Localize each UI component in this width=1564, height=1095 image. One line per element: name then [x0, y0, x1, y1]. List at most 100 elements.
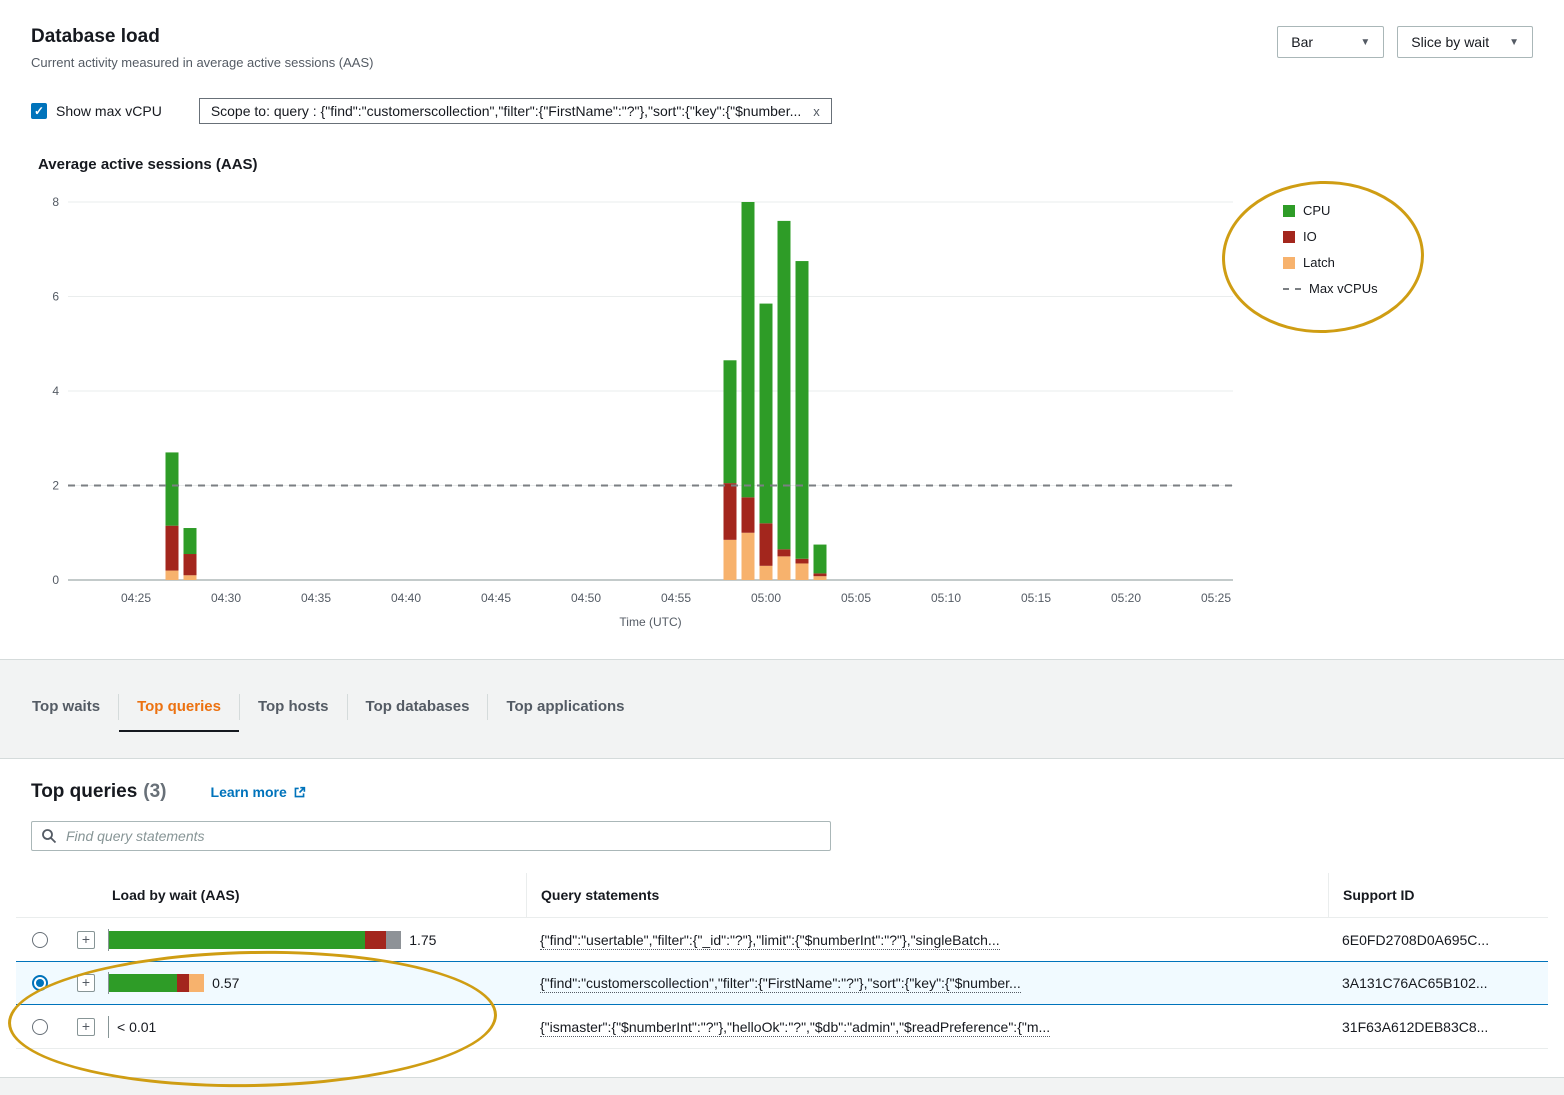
learn-more-link[interactable]: Learn more: [211, 784, 306, 800]
support-id: 3A131C76AC65B102...: [1328, 975, 1548, 991]
chart-bar-io[interactable]: [184, 554, 197, 575]
chart-bar-cpu[interactable]: [760, 304, 773, 524]
chart-bar-cpu[interactable]: [184, 528, 197, 554]
expand-row-icon[interactable]: +: [77, 1018, 95, 1036]
chart-bar-io[interactable]: [166, 526, 179, 571]
query-statement-link[interactable]: {"find":"usertable","filter":{"_id":"?"}…: [540, 932, 1000, 950]
page-subtitle: Current activity measured in average act…: [31, 55, 373, 70]
legend-item-io[interactable]: IO: [1283, 229, 1378, 244]
y-tick-label: 4: [52, 384, 59, 398]
chart-bar-io[interactable]: [796, 559, 809, 564]
chart-bar-io[interactable]: [742, 497, 755, 532]
chart-bar-latch[interactable]: [166, 571, 179, 580]
top-queries-panel: Top queries (3) Learn more Load by: [0, 758, 1564, 1078]
chart-bar-cpu[interactable]: [166, 452, 179, 525]
legend-label-max-vcpus: Max vCPUs: [1309, 281, 1378, 296]
load-by-wait-bar: [108, 972, 204, 994]
load-segment-latch: [189, 974, 204, 992]
slice-by-select[interactable]: Slice by wait ▼: [1397, 26, 1533, 58]
show-max-vcpu-checkbox[interactable]: ✓: [31, 103, 47, 119]
x-tick-label: 05:25: [1201, 591, 1231, 605]
column-header-query: Query statements: [526, 873, 1328, 917]
chart-type-select[interactable]: Bar ▼: [1277, 26, 1384, 58]
row-radio[interactable]: [32, 975, 48, 991]
chevron-down-icon: ▼: [1509, 37, 1519, 48]
chart-bar-latch[interactable]: [760, 566, 773, 580]
load-by-wait-bar: [108, 1016, 109, 1038]
x-tick-label: 04:35: [301, 591, 331, 605]
chart-bar-latch[interactable]: [742, 533, 755, 580]
legend-item-max-vcpus[interactable]: Max vCPUs: [1283, 281, 1378, 296]
slice-by-select-value: Slice by wait: [1411, 34, 1489, 50]
tab-top-waits[interactable]: Top waits: [14, 690, 118, 732]
queries-table-header: Load by wait (AAS) Query statements Supp…: [16, 873, 1548, 918]
chart-bar-cpu[interactable]: [814, 545, 827, 574]
panel-title: Top queries: [31, 781, 137, 803]
chart-bar-cpu[interactable]: [796, 261, 809, 559]
table-row[interactable]: + 0.57 {"find":"customerscollection","fi…: [16, 961, 1548, 1005]
latch-swatch-icon: [1283, 257, 1295, 269]
check-icon: ✓: [34, 105, 44, 117]
y-tick-label: 2: [52, 479, 59, 493]
legend-label-io: IO: [1303, 229, 1317, 244]
chart-bar-cpu[interactable]: [724, 360, 737, 483]
load-value: 1.75: [409, 932, 436, 948]
legend-item-latch[interactable]: Latch: [1283, 255, 1378, 270]
show-max-vcpu-label: Show max vCPU: [56, 103, 162, 119]
chart-bar-cpu[interactable]: [778, 221, 791, 549]
chart-bar-io[interactable]: [724, 483, 737, 540]
x-tick-label: 04:30: [211, 591, 241, 605]
chart-bar-latch[interactable]: [778, 556, 791, 580]
x-tick-label: 04:25: [121, 591, 151, 605]
scope-filter-tag-text: Scope to: query : {"find":"customerscoll…: [211, 103, 801, 119]
column-header-support-id: Support ID: [1328, 873, 1548, 917]
support-id: 6E0FD2708D0A695C...: [1328, 932, 1548, 948]
tab-top-hosts[interactable]: Top hosts: [240, 690, 347, 732]
x-tick-label: 04:55: [661, 591, 691, 605]
close-icon[interactable]: x: [813, 104, 820, 119]
table-row[interactable]: + < 0.01 {"ismaster":{"$numberInt":"?"},…: [16, 1005, 1548, 1049]
scope-filter-tag[interactable]: Scope to: query : {"find":"customerscoll…: [199, 98, 832, 124]
query-statement-link[interactable]: {"find":"customerscollection","filter":{…: [540, 975, 1021, 993]
load-value: 0.57: [212, 975, 239, 991]
aas-chart: 0246804:2504:3004:3504:4004:4504:5004:55…: [31, 187, 1533, 639]
chart-bar-latch[interactable]: [724, 540, 737, 580]
tab-top-queries[interactable]: Top queries: [119, 690, 239, 732]
search-icon: [41, 828, 57, 844]
load-segment-cpu: [109, 974, 177, 992]
load-segment-cpu: [109, 931, 365, 949]
external-link-icon: [293, 786, 306, 799]
chart-bar-io[interactable]: [778, 549, 791, 556]
chart-bar-io[interactable]: [814, 573, 827, 576]
chart-type-select-value: Bar: [1291, 34, 1313, 50]
chart-legend: CPU IO Latch Max vCPUs: [1283, 203, 1378, 639]
chart-bar-cpu[interactable]: [742, 202, 755, 497]
row-radio[interactable]: [32, 932, 48, 948]
tab-top-databases[interactable]: Top databases: [348, 690, 488, 732]
legend-item-cpu[interactable]: CPU: [1283, 203, 1378, 218]
load-value: < 0.01: [117, 1019, 156, 1035]
cpu-swatch-icon: [1283, 205, 1295, 217]
row-radio[interactable]: [32, 1019, 48, 1035]
tab-top-applications[interactable]: Top applications: [488, 690, 642, 732]
chart-bar-latch[interactable]: [814, 576, 827, 580]
load-segment-io: [365, 931, 387, 949]
chart-bar-io[interactable]: [760, 523, 773, 566]
chart-bar-latch[interactable]: [184, 575, 197, 580]
query-statement-link[interactable]: {"ismaster":{"$numberInt":"?"},"helloOk"…: [540, 1019, 1050, 1037]
x-tick-label: 05:05: [841, 591, 871, 605]
expand-row-icon[interactable]: +: [77, 931, 95, 949]
load-segment-io: [177, 974, 189, 992]
aas-chart-plot: 0246804:2504:3004:3504:4004:4504:5004:55…: [31, 187, 1243, 639]
expand-row-icon[interactable]: +: [77, 974, 95, 992]
chart-bar-latch[interactable]: [796, 563, 809, 580]
search-input[interactable]: [31, 821, 831, 851]
table-row[interactable]: + 1.75 {"find":"usertable","filter":{"_i…: [16, 918, 1548, 962]
legend-label-latch: Latch: [1303, 255, 1335, 270]
x-tick-label: 05:20: [1111, 591, 1141, 605]
io-swatch-icon: [1283, 231, 1295, 243]
x-tick-label: 05:10: [931, 591, 961, 605]
x-tick-label: 04:40: [391, 591, 421, 605]
tabs-bar: Top waits Top queries Top hosts Top data…: [0, 660, 1564, 732]
y-tick-label: 0: [52, 573, 59, 587]
